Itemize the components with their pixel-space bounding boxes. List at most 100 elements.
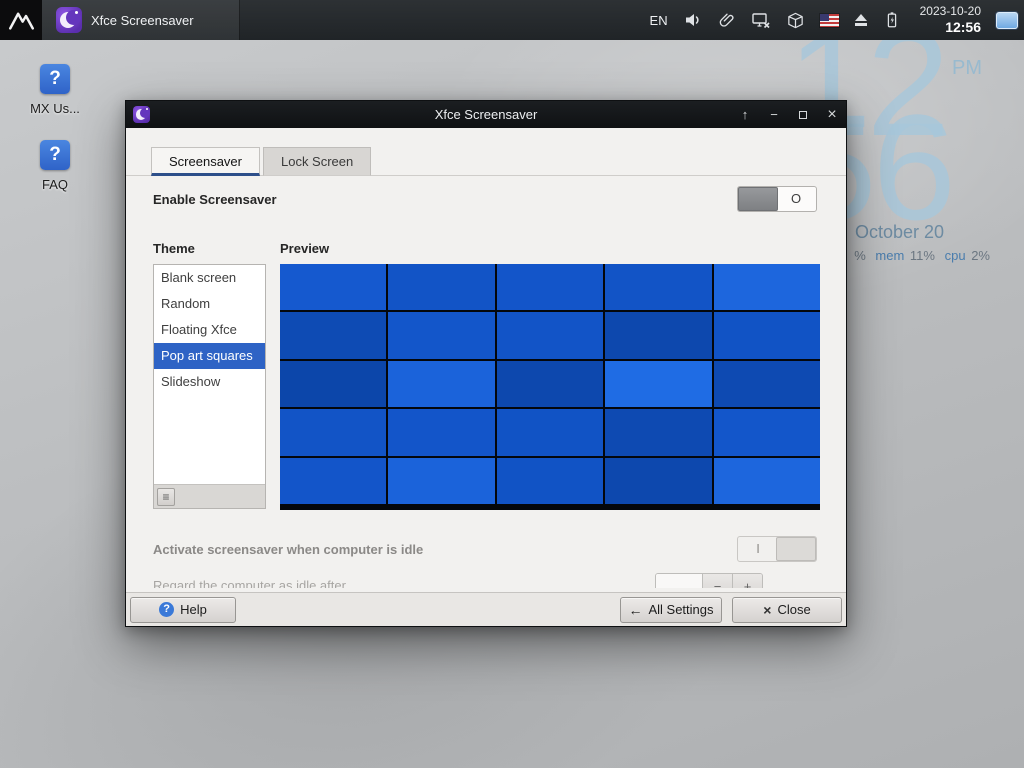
- idle-activate-row: Activate screensaver when computer is id…: [153, 536, 817, 562]
- list-grip-icon[interactable]: ≡: [157, 488, 175, 506]
- preview-cell: [280, 458, 386, 504]
- preview-cell: [388, 312, 494, 358]
- mx-logo-icon: [8, 7, 35, 34]
- close-icon: ×: [763, 602, 771, 618]
- preview-cell: [714, 264, 820, 310]
- preview-label: Preview: [280, 241, 329, 256]
- stats-prefix: %: [854, 248, 866, 263]
- spin-minus-button[interactable]: −: [702, 574, 732, 588]
- switch-knob: [776, 537, 816, 561]
- window-content: Screensaver Lock Screen Enable Screensav…: [126, 128, 846, 626]
- app-menu-button[interactable]: [0, 0, 42, 40]
- idle-activate-label: Activate screensaver when computer is id…: [153, 542, 423, 557]
- preview-cell: [497, 361, 603, 407]
- maximize-icon: [799, 111, 807, 119]
- panel-time: 12:56: [920, 19, 981, 35]
- minimize-button[interactable]: −: [767, 108, 781, 121]
- tray-window-icon[interactable]: [996, 12, 1018, 29]
- titlebar-buttons: ↑ − ×: [738, 107, 839, 123]
- preview-cell: [605, 409, 711, 455]
- preview-cell: [497, 458, 603, 504]
- enable-screensaver-switch[interactable]: O: [737, 186, 817, 212]
- top-panel: Xfce Screensaver EN: [0, 0, 1024, 40]
- eject-icon[interactable]: [854, 14, 868, 27]
- switch-on-label: I: [738, 537, 778, 561]
- all-settings-button[interactable]: ← All Settings: [620, 597, 722, 623]
- preview-cell: [388, 264, 494, 310]
- screensaver-app-icon: [56, 7, 82, 33]
- idle-delay-label: Regard the computer as idle after: [153, 573, 346, 588]
- help-button[interactable]: ? Help: [130, 597, 236, 623]
- help-button-label: Help: [180, 602, 207, 617]
- panel-clock[interactable]: 2023-10-20 12:56: [920, 5, 981, 35]
- panel-date: 2023-10-20: [920, 5, 981, 19]
- enable-screensaver-label: Enable Screensaver: [153, 192, 277, 207]
- enable-screensaver-row: Enable Screensaver O: [153, 186, 817, 212]
- idle-delay-spinbox[interactable]: − +: [655, 573, 763, 588]
- preview-cell: [280, 312, 386, 358]
- help-icon: ?: [40, 140, 70, 170]
- close-button-label: Close: [777, 602, 810, 617]
- maximize-button[interactable]: [796, 108, 810, 121]
- help-icon: ?: [40, 64, 70, 94]
- taskbar-window-label: Xfce Screensaver: [91, 13, 194, 28]
- cpu-value: 2%: [971, 248, 990, 263]
- clock-ampm: PM: [952, 57, 982, 80]
- preview-cell: [280, 409, 386, 455]
- tab-screensaver[interactable]: Screensaver: [151, 147, 260, 176]
- battery-icon[interactable]: [883, 11, 901, 29]
- desktop-icon-faq[interactable]: ? FAQ: [13, 140, 97, 192]
- theme-item[interactable]: Random: [154, 291, 265, 317]
- spin-plus-button[interactable]: +: [732, 574, 762, 588]
- spin-value[interactable]: [656, 574, 702, 588]
- preview-cell: [280, 361, 386, 407]
- mem-value: 11%: [910, 248, 935, 263]
- preview-cell: [714, 458, 820, 504]
- xfce-screensaver-window: Xfce Screensaver ↑ − × Screensaver Lock …: [125, 100, 847, 627]
- theme-list-scrollbar[interactable]: ≡: [154, 484, 265, 508]
- theme-list[interactable]: Blank screenRandomFloating XfcePop art s…: [153, 264, 266, 509]
- volume-icon[interactable]: [683, 10, 703, 30]
- preview-cell: [605, 361, 711, 407]
- system-stats: % mem 11% cpu 2%: [854, 248, 990, 263]
- idle-activate-switch[interactable]: I: [737, 536, 817, 562]
- theme-item[interactable]: Slideshow: [154, 369, 265, 395]
- package-icon[interactable]: [786, 11, 805, 30]
- window-titlebar[interactable]: Xfce Screensaver ↑ − ×: [126, 101, 846, 128]
- cpu-label: cpu: [945, 248, 966, 263]
- preview-cell: [388, 409, 494, 455]
- preview-cell: [280, 264, 386, 310]
- dialog-footer: ? Help ← All Settings × Close: [126, 592, 846, 626]
- screensaver-preview: [280, 264, 820, 510]
- switch-off-label: O: [776, 187, 816, 211]
- desktop-icon-mx-users[interactable]: ? MX Us...: [13, 64, 97, 116]
- desktop-icon-label: FAQ: [13, 177, 97, 192]
- desktop-icon-label: MX Us...: [13, 101, 97, 116]
- clipboard-paperclip-icon[interactable]: [718, 11, 736, 29]
- theme-item[interactable]: Floating Xfce: [154, 317, 265, 343]
- help-icon: ?: [159, 602, 174, 617]
- taskbar-window-button[interactable]: Xfce Screensaver: [42, 0, 240, 40]
- display-settings-icon[interactable]: [751, 10, 771, 30]
- preview-cell: [714, 312, 820, 358]
- theme-label: Theme: [153, 241, 195, 256]
- preview-cell: [388, 361, 494, 407]
- switch-knob: [738, 187, 778, 211]
- theme-item[interactable]: Blank screen: [154, 265, 265, 291]
- shade-button[interactable]: ↑: [738, 108, 752, 121]
- preview-cell: [388, 458, 494, 504]
- close-button[interactable]: ×: [825, 107, 839, 123]
- screensaver-preview-grid: [280, 264, 820, 504]
- panel-tray: EN: [650, 0, 1024, 40]
- us-flag-icon[interactable]: [820, 14, 839, 27]
- back-arrow-icon: ←: [628, 602, 642, 618]
- theme-item[interactable]: Pop art squares: [154, 343, 265, 369]
- preview-cell: [497, 312, 603, 358]
- tab-lock-screen[interactable]: Lock Screen: [263, 147, 371, 176]
- preview-cell: [605, 264, 711, 310]
- preview-cell: [497, 409, 603, 455]
- preview-cell: [605, 458, 711, 504]
- preview-cell: [714, 409, 820, 455]
- close-dialog-button[interactable]: × Close: [732, 597, 842, 623]
- keyboard-layout-indicator[interactable]: EN: [650, 13, 668, 28]
